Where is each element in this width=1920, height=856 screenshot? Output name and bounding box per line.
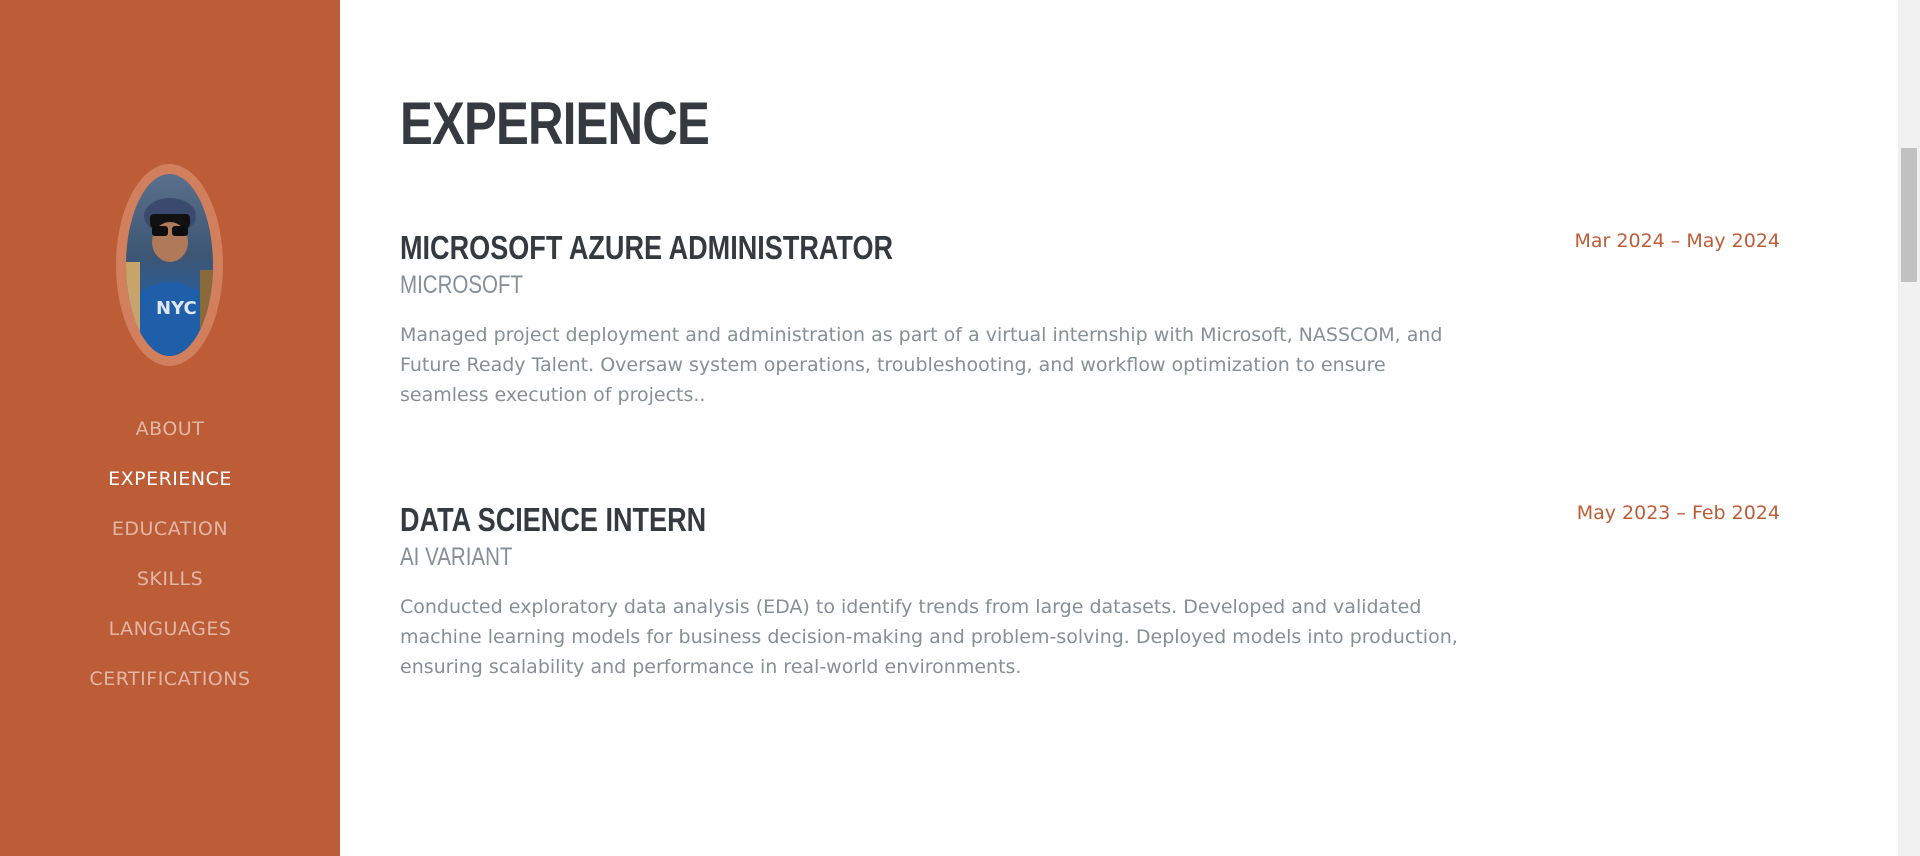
nav-item-languages[interactable]: LANGUAGES [0, 609, 340, 659]
sidebar-nav: ABOUT EXPERIENCE EDUCATION SKILLS LANGUA… [0, 409, 340, 709]
experience-description: Managed project deployment and administr… [400, 324, 1443, 406]
nav-item-experience[interactable]: EXPERIENCE [0, 459, 340, 509]
vertical-scrollbar[interactable] [1898, 0, 1920, 856]
main-content: EXPERIENCE MICROSOFT AZURE ADMINISTRATOR… [340, 0, 1898, 856]
nav-item-certifications[interactable]: CERTIFICATIONS [0, 659, 340, 709]
profile-photo-icon: NYC [126, 198, 213, 356]
experience-date: Mar 2024 – May 2024 [1574, 230, 1781, 252]
nav-item-about[interactable]: ABOUT [0, 409, 340, 459]
experience-role: MICROSOFT AZURE ADMINISTRATOR [400, 229, 894, 266]
avatar-frame: NYC [116, 164, 223, 366]
avatar[interactable]: NYC [126, 174, 213, 356]
sidebar: NYC ABOUT EXPERIENCE EDUCATION SKILLS LA… [0, 0, 340, 856]
nav-item-skills[interactable]: SKILLS [0, 559, 340, 609]
svg-text:NYC: NYC [156, 298, 197, 319]
experience-org: MICROSOFT [400, 271, 523, 299]
section-title: EXPERIENCE [400, 90, 710, 157]
experience-description: Conducted exploratory data analysis (EDA… [400, 596, 1458, 678]
experience-role: DATA SCIENCE INTERN [400, 501, 707, 538]
experience-org: AI VARIANT [400, 543, 513, 571]
nav-item-education[interactable]: EDUCATION [0, 509, 340, 559]
experience-item: MICROSOFT AZURE ADMINISTRATOR MICROSOFT … [400, 228, 1780, 410]
experience-date: May 2023 – Feb 2024 [1576, 502, 1780, 524]
scrollbar-thumb[interactable] [1901, 148, 1917, 282]
experience-item: DATA SCIENCE INTERN AI VARIANT Conducted… [400, 500, 1780, 682]
